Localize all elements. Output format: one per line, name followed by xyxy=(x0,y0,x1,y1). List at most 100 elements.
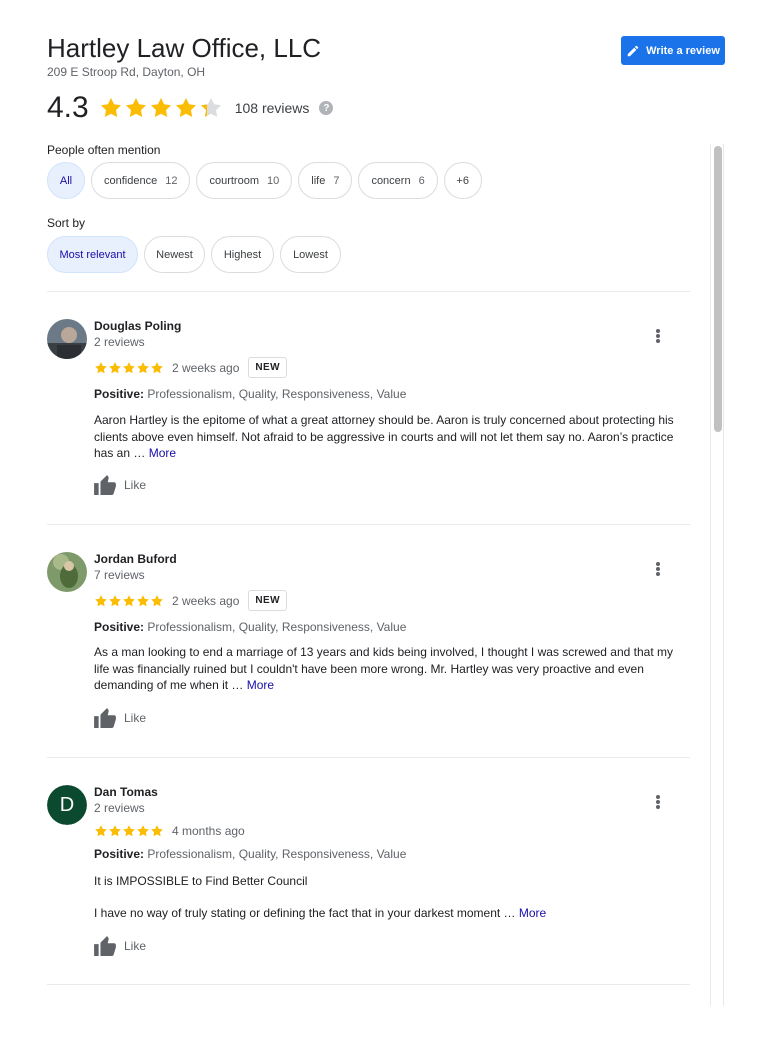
like-label: Like xyxy=(124,711,147,725)
average-rating: 4.3 xyxy=(47,91,89,124)
sort-lowest[interactable]: Lowest xyxy=(280,236,341,273)
sort-option-label: Most relevant xyxy=(59,248,126,261)
chip-count: 6 xyxy=(418,174,425,187)
star-icon xyxy=(100,98,121,118)
review-meta: 4 months ago xyxy=(94,824,254,838)
mentions-chips: All confidence 12 courtroom 10 life 7 conce… xyxy=(47,162,482,199)
star-icon xyxy=(137,594,149,606)
positive-label: Positive: xyxy=(94,847,145,861)
more-vert-icon[interactable] xyxy=(653,327,663,345)
thumbs-up-icon xyxy=(94,475,116,495)
like-label: Like xyxy=(124,478,147,492)
sort-highest[interactable]: Highest xyxy=(211,236,274,273)
pencil-icon xyxy=(627,45,639,56)
positive-label: Positive: xyxy=(94,387,145,401)
review-meta: 2 weeks ago NEW xyxy=(94,590,287,611)
chip-more[interactable]: +6 xyxy=(443,162,482,199)
sort-option-label: Lowest xyxy=(293,248,328,261)
new-badge: NEW xyxy=(248,590,287,611)
sort-newest[interactable]: Newest xyxy=(144,236,205,273)
star-icon xyxy=(137,361,149,373)
business-title: Hartley Law Office, LLC xyxy=(47,33,322,63)
review-stars xyxy=(94,594,164,608)
avatar-photo xyxy=(47,552,87,592)
star-icon xyxy=(123,361,135,373)
rating-summary: 4.3 108 reviews ? xyxy=(47,90,334,126)
sort-most-relevant[interactable]: Most relevant xyxy=(47,236,138,273)
like-button[interactable]: Like xyxy=(94,936,146,956)
review-meta: 2 weeks ago NEW xyxy=(94,357,287,378)
star-icon xyxy=(137,825,149,837)
reviews-page: Hartley Law Office, LLC 209 E Stroop Rd,… xyxy=(0,0,775,1039)
write-review-button[interactable]: Write a review xyxy=(621,36,725,65)
review-card: Jordan Buford 7 reviews 2 weeks ago NEW … xyxy=(47,552,690,732)
star-icon xyxy=(151,361,163,373)
chip-life[interactable]: life 7 xyxy=(298,162,353,199)
like-button[interactable]: Like xyxy=(94,708,146,728)
reviewer-name[interactable]: Jordan Buford xyxy=(94,552,177,566)
star-icon xyxy=(95,825,107,837)
write-review-label: Write a review xyxy=(646,44,720,57)
chip-label: All xyxy=(59,174,73,187)
chip-label: +6 xyxy=(456,174,469,187)
review-date: 2 weeks ago xyxy=(172,593,240,608)
business-address: 209 E Stroop Rd, Dayton, OH xyxy=(47,65,206,79)
avatar[interactable] xyxy=(47,552,87,592)
new-badge: NEW xyxy=(248,357,287,378)
review-stars xyxy=(94,824,164,838)
star-icon xyxy=(175,98,196,118)
sort-option-label: Newest xyxy=(156,248,193,261)
positive-aspects: Positive: Professionalism, Quality, Resp… xyxy=(94,847,406,861)
chip-concern[interactable]: concern 6 xyxy=(358,162,438,199)
review-body: I have no way of truly stating or defini… xyxy=(94,906,519,920)
star-icon xyxy=(123,825,135,837)
like-button[interactable]: Like xyxy=(94,475,146,495)
positive-label: Positive: xyxy=(94,620,145,634)
sort-options: Most relevant Newest Highest Lowest xyxy=(47,236,341,273)
avatar[interactable] xyxy=(47,319,87,359)
avatar-photo xyxy=(47,319,87,359)
chip-courtroom[interactable]: courtroom 10 xyxy=(196,162,293,199)
avatar[interactable]: D xyxy=(47,785,87,825)
star-icon xyxy=(151,594,163,606)
star-icon xyxy=(95,594,107,606)
review-body: As a man looking to end a marriage of 13… xyxy=(94,645,673,692)
more-vert-icon[interactable] xyxy=(653,560,663,578)
star-icon xyxy=(109,825,121,837)
more-link[interactable]: More xyxy=(247,678,274,692)
star-icon xyxy=(109,594,121,606)
review-text: I have no way of truly stating or defini… xyxy=(94,905,690,922)
chip-confidence[interactable]: confidence 12 xyxy=(91,162,191,199)
avatar-letter: D xyxy=(47,785,87,825)
review-stars xyxy=(94,361,164,375)
positive-aspects: Positive: Professionalism, Quality, Resp… xyxy=(94,620,406,634)
positive-aspects: Positive: Professionalism, Quality, Resp… xyxy=(94,387,406,401)
more-link[interactable]: More xyxy=(519,906,546,920)
positive-items: Professionalism, Quality, Responsiveness… xyxy=(147,847,407,861)
positive-items: Professionalism, Quality, Responsiveness… xyxy=(147,387,407,401)
positive-items: Professionalism, Quality, Responsiveness… xyxy=(147,620,407,634)
chip-count: 10 xyxy=(267,174,280,187)
review-text: Aaron Hartley is the epitome of what a g… xyxy=(94,412,690,462)
more-link[interactable]: More xyxy=(149,446,176,460)
star-icon xyxy=(151,825,163,837)
chip-count: 12 xyxy=(165,174,178,187)
review-date: 2 weeks ago xyxy=(172,360,240,375)
like-label: Like xyxy=(124,939,147,953)
reviewer-name[interactable]: Dan Tomas xyxy=(94,785,158,799)
scrollbar-thumb[interactable] xyxy=(714,146,722,432)
chip-all[interactable]: All xyxy=(47,162,85,199)
help-icon[interactable]: ? xyxy=(319,101,334,115)
review-card: Douglas Poling 2 reviews 2 weeks ago NEW… xyxy=(47,319,690,499)
sort-label: Sort by xyxy=(47,216,86,230)
review-count[interactable]: 108 reviews xyxy=(235,100,310,116)
divider xyxy=(47,524,690,525)
review-body: Aaron Hartley is the epitome of what a g… xyxy=(94,413,674,460)
thumbs-up-icon xyxy=(94,936,116,956)
divider xyxy=(47,757,690,758)
review-card: D Dan Tomas 2 reviews 4 months ago Posit… xyxy=(47,785,690,965)
chip-label: concern xyxy=(371,174,411,187)
reviewer-name[interactable]: Douglas Poling xyxy=(94,319,181,333)
reviewer-review-count: 2 reviews xyxy=(94,335,145,349)
more-vert-icon[interactable] xyxy=(653,793,663,811)
